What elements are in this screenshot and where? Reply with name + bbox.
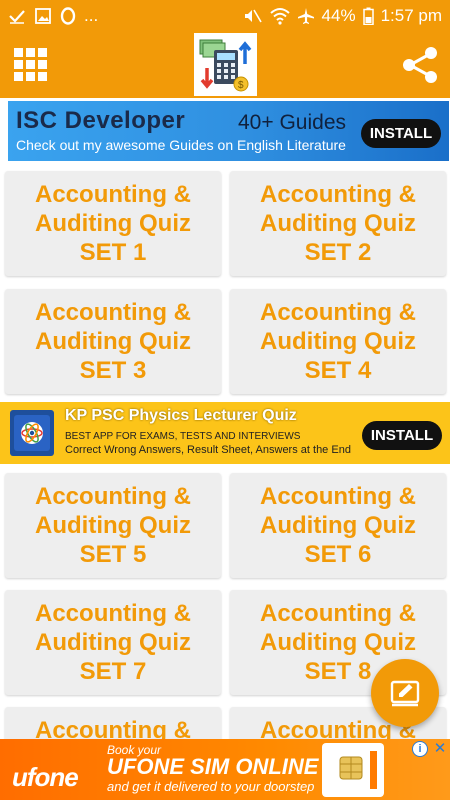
app-bar: $ — [0, 32, 450, 98]
ad-top-guides: 40+ Guides — [238, 111, 346, 134]
mute-icon — [243, 7, 263, 25]
quiz-set-label: Accounting & Auditing Quiz SET 2 — [260, 181, 416, 266]
quiz-set-1-card[interactable]: Accounting & Auditing Quiz SET 1 — [5, 171, 221, 276]
quiz-set-5-card[interactable]: Accounting & Auditing Quiz SET 5 — [5, 473, 221, 578]
ad-bottom-subtitle: and get it delivered to your doorstep — [107, 779, 315, 794]
check-icon — [8, 7, 26, 25]
ad-mid-title: KP PSC Physics Lecturer Quiz — [65, 407, 297, 424]
quiz-set-label: Accounting & Auditing Quiz SET 5 — [35, 483, 191, 568]
quiz-set-label: Accounting & Auditing Quiz SET 1 — [35, 181, 191, 266]
ad-banner-bottom[interactable]: ufone Book your UFONE SIM ONLINE and get… — [0, 739, 450, 800]
ad-top-subtitle: Check out my awesome Guides on English L… — [16, 137, 346, 153]
physics-app-icon — [14, 415, 50, 451]
ad-top-title: ISC Developer — [16, 107, 186, 134]
ad-banner-top[interactable]: ISC Developer 40+ Guides Check out my aw… — [8, 101, 449, 161]
ad-mid-install-button[interactable]: INSTALL — [362, 421, 442, 450]
ad-mid-line1: BEST APP FOR EXAMS, TESTS AND INTERVIEWS — [65, 431, 301, 442]
airplane-icon — [297, 7, 315, 25]
quiz-set-label: Accounting & Auditing Quiz SET 6 — [260, 483, 416, 568]
quiz-set-2-card[interactable]: Accounting & Auditing Quiz SET 2 — [230, 171, 446, 276]
quiz-set-6-card[interactable]: Accounting & Auditing Quiz SET 6 — [230, 473, 446, 578]
edit-icon — [390, 680, 420, 707]
grid-menu-button[interactable] — [14, 48, 48, 82]
opera-icon — [60, 7, 76, 25]
screen: ... 44% 1:57 pm $ ISC Developer 40+ Guid… — [0, 0, 450, 800]
quiz-set-7-card[interactable]: Accounting & Auditing Quiz SET 7 — [5, 590, 221, 695]
share-icon — [403, 47, 437, 83]
status-bar: ... 44% 1:57 pm — [0, 0, 450, 32]
grid-icon — [14, 48, 23, 57]
battery-icon — [362, 7, 374, 25]
status-time: 1:57 pm — [380, 6, 442, 25]
feedback-fab[interactable] — [371, 659, 439, 727]
info-icon[interactable]: i — [412, 741, 428, 757]
ufone-logo: ufone — [12, 762, 79, 792]
battery-percent: 44% — [321, 6, 356, 25]
ad-banner-middle[interactable]: KP PSC Physics Lecturer Quiz BEST APP FO… — [0, 402, 450, 464]
ad-mid-line2: Correct Wrong Answers, Result Sheet, Ans… — [65, 444, 351, 456]
app-logo: $ — [194, 33, 257, 96]
sim-card-image — [322, 743, 384, 797]
quiz-set-label: Accounting & Auditing Quiz SET 3 — [35, 299, 191, 384]
calculator-finance-icon: $ — [199, 39, 251, 91]
status-left: ... — [8, 6, 98, 26]
ad-mid-app-logo — [10, 410, 54, 456]
image-icon — [34, 7, 52, 25]
close-icon[interactable]: ✕ — [432, 740, 448, 757]
ad-bottom-title: UFONE SIM ONLINE — [107, 754, 319, 779]
wifi-icon — [269, 7, 290, 25]
status-right: 44% 1:57 pm — [243, 6, 442, 26]
ad-top-install-button[interactable]: INSTALL — [361, 119, 441, 148]
quiz-set-label: Accounting & Auditing Quiz SET 7 — [35, 600, 191, 685]
status-more: ... — [84, 6, 99, 25]
quiz-set-3-card[interactable]: Accounting & Auditing Quiz SET 3 — [5, 289, 221, 394]
quiz-set-label: Accounting & Auditing Quiz SET 4 — [260, 299, 416, 384]
svg-text:$: $ — [238, 80, 244, 91]
share-button[interactable] — [400, 45, 440, 85]
quiz-set-4-card[interactable]: Accounting & Auditing Quiz SET 4 — [230, 289, 446, 394]
